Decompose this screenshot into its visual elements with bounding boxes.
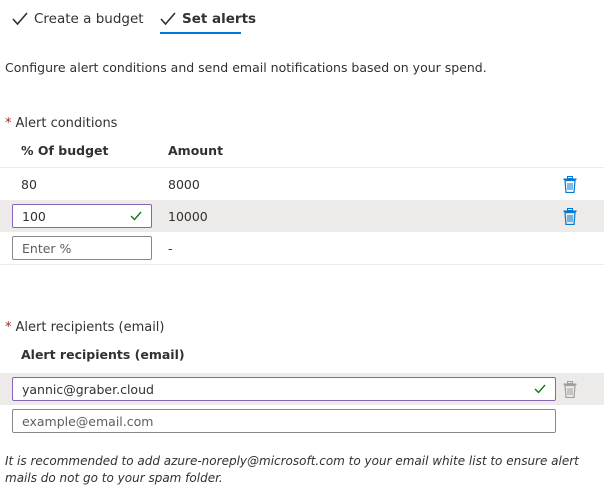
trash-icon <box>563 207 577 225</box>
valid-check-icon <box>130 211 142 221</box>
delete-row-button[interactable] <box>562 175 578 193</box>
checkmark-icon <box>12 12 28 26</box>
table-row-new: Enter % - <box>0 232 604 264</box>
percent-input-value: 100 <box>22 208 46 224</box>
checkmark-icon <box>160 12 176 26</box>
amount-value: 10000 <box>168 209 208 224</box>
percent-input-placeholder: Enter % <box>22 240 72 256</box>
trash-icon <box>563 175 577 193</box>
new-email-input[interactable]: example@email.com <box>12 409 556 433</box>
page-description: Configure alert conditions and send emai… <box>5 60 487 75</box>
tab-set-alerts[interactable]: Set alerts <box>160 8 256 30</box>
percent-input[interactable]: 100 <box>12 204 152 228</box>
row-divider <box>0 264 604 265</box>
whitelist-note: It is recommended to add azure-noreply@m… <box>5 454 579 485</box>
recipient-row: yannic@graber.cloud <box>0 373 604 405</box>
amount-value: - <box>168 241 173 256</box>
trash-icon <box>563 380 577 398</box>
email-input-value: yannic@graber.cloud <box>22 381 154 397</box>
percent-value: 80 <box>21 177 37 192</box>
column-header-recipients: Alert recipients (email) <box>21 347 185 362</box>
alert-conditions-label: * Alert conditions <box>5 116 117 131</box>
alert-recipients-label: * Alert recipients (email) <box>5 320 165 335</box>
amount-value: 8000 <box>168 177 200 192</box>
email-input-placeholder: example@email.com <box>22 413 154 429</box>
table-row: 80 8000 <box>0 168 604 200</box>
active-tab-indicator <box>160 32 241 34</box>
delete-recipient-button[interactable] <box>562 380 578 398</box>
required-marker: * <box>5 320 12 335</box>
delete-row-button[interactable] <box>562 207 578 225</box>
column-header-amount: Amount <box>168 143 224 158</box>
required-marker: * <box>5 116 12 131</box>
percent-input[interactable]: Enter % <box>12 236 152 260</box>
section-title: Alert conditions <box>15 116 118 131</box>
table-row: 100 10000 <box>0 200 604 232</box>
section-title: Alert recipients (email) <box>15 320 165 335</box>
email-input[interactable]: yannic@graber.cloud <box>12 377 556 401</box>
tab-label: Create a budget <box>34 11 144 27</box>
tab-create-budget[interactable]: Create a budget <box>12 8 144 30</box>
valid-check-icon <box>534 384 546 394</box>
tab-label: Set alerts <box>182 11 257 27</box>
column-header-percent: % Of budget <box>21 143 109 158</box>
